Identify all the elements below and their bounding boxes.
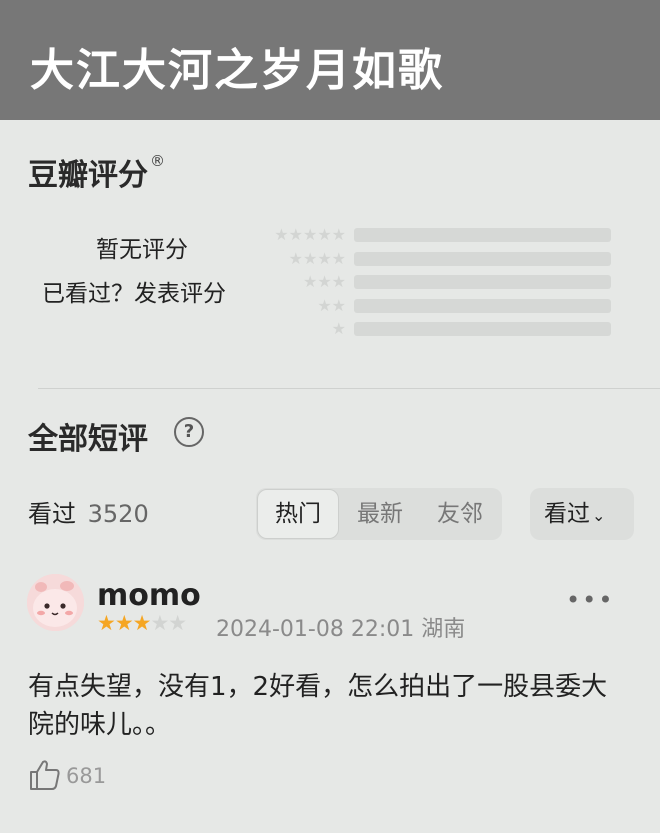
review-text: 有点失望，没有1，2好看，怎么拍出了一股县委大院的味儿。。 [28, 672, 608, 740]
douban-rating-heading: 豆瓣评分 ® [28, 150, 165, 194]
chevron-down-icon: ⌄ [592, 506, 606, 525]
sort-dropdown[interactable]: 看过 ⌄ [530, 488, 634, 540]
rating-bar [354, 322, 611, 336]
star-icon: ★★★★ [288, 248, 346, 268]
rating-row-5: ★★★★★ [254, 225, 614, 249]
rating-bar [354, 275, 611, 289]
review-datetime: 2024-01-08 22:01 [216, 617, 415, 642]
star-icon: ★ [331, 319, 346, 338]
more-options-icon[interactable]: ••• [566, 586, 614, 614]
review-meta: 2024-01-08 22:01 湖南 [216, 611, 465, 643]
star-filled-icon: ★★★ [97, 611, 151, 635]
sort-label: 看过 [544, 501, 590, 527]
registered-mark: ® [150, 152, 165, 170]
watched-number: 3520 [87, 500, 149, 528]
rating-row-2: ★★ [254, 296, 614, 320]
tab-friends[interactable]: 友邻 [420, 488, 500, 540]
watched-count: 看过 3520 [28, 494, 149, 529]
star-icon: ★★★ [302, 272, 346, 291]
rating-row-1: ★ [254, 319, 614, 343]
rating-bar [354, 298, 611, 313]
review-rating-stars: ★★★★★ [97, 611, 187, 635]
tab-latest[interactable]: 最新 [340, 488, 420, 540]
rating-row-3: ★★★ [254, 272, 614, 296]
like-count: 681 [66, 764, 107, 788]
star-icon: ★★ [317, 295, 346, 315]
thumbs-up-svg [30, 760, 60, 790]
review-username[interactable]: momo [97, 578, 201, 613]
all-reviews-title: 全部短评 [28, 422, 148, 457]
review-location: 湖南 [421, 617, 466, 642]
rating-bar [354, 251, 611, 266]
help-icon[interactable]: ? [174, 417, 204, 447]
watched-label: 看过 [28, 500, 76, 528]
title-bar: 大江大河之岁月如歌 [0, 0, 660, 120]
star-icon: ★★★★★ [274, 225, 346, 244]
rating-bar [354, 228, 611, 242]
rate-now-link[interactable]: 已看过？发表评分 [42, 274, 226, 308]
rating-row-4: ★★★★ [254, 249, 614, 273]
rating-heading-label: 豆瓣评分 [28, 158, 148, 193]
thumbs-up-icon[interactable] [28, 758, 62, 796]
review-tabs: 热门 最新 友邻 [256, 488, 502, 540]
avatar-image [27, 574, 84, 631]
avatar[interactable] [27, 574, 84, 631]
section-divider [38, 388, 660, 389]
star-empty-icon: ★★ [150, 611, 187, 635]
tab-hot[interactable]: 热门 [257, 489, 339, 539]
rating-distribution: ★★★★★ ★★★★ ★★★ ★★ ★ [254, 225, 614, 343]
rating-status: 暂无评分 [96, 237, 188, 263]
page-title: 大江大河之岁月如歌 [30, 45, 444, 96]
